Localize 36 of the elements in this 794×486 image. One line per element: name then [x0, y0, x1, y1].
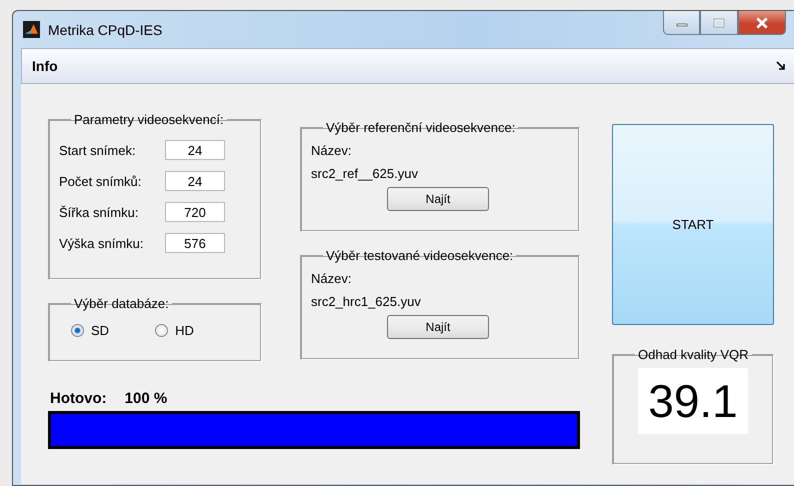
panel-title: Výběr databáze: — [74, 296, 169, 311]
maximize-button[interactable] — [700, 11, 738, 35]
close-icon — [755, 16, 769, 28]
find-button[interactable]: Najít — [387, 187, 489, 211]
dock-arrow-icon[interactable] — [776, 61, 786, 71]
radio-label[interactable]: SD — [91, 323, 110, 338]
radio-label[interactable]: HD — [175, 323, 194, 338]
radio-button[interactable] — [71, 324, 84, 337]
field-label: Výška snímku: — [59, 236, 144, 250]
menu-item[interactable]: Info — [32, 58, 58, 74]
name-label: Název: — [311, 143, 352, 158]
input-field[interactable]: 24 — [165, 171, 225, 191]
panel-title: Parametry videosekvencí: — [74, 112, 224, 127]
field-label: Start snímek: — [59, 142, 136, 158]
progress-reading: 100 % — [124, 390, 168, 407]
quality-value: 39.1 — [638, 368, 748, 434]
app-icon — [23, 21, 40, 38]
start-button[interactable]: START — [612, 124, 774, 325]
file-name: src2_ref__625.yuv — [311, 166, 418, 181]
panel-title: Výběr testované videosekvence: — [326, 248, 514, 263]
progress-label: Hotovo: — [50, 390, 107, 407]
find-button[interactable]: Najít — [387, 315, 489, 339]
maximize-icon — [713, 18, 725, 28]
close-button[interactable] — [738, 11, 786, 35]
input-field[interactable]: 576 — [165, 233, 225, 253]
window-title: Metrika CPqD-IES — [48, 22, 162, 38]
input-field[interactable]: 720 — [165, 202, 225, 222]
panel-title: Odhad kvality VQR — [638, 347, 749, 362]
panel-title: Výběr referenční videosekvence: — [326, 120, 516, 135]
field-label: Počet snímků: — [59, 174, 142, 188]
minimize-button[interactable] — [663, 11, 700, 35]
radio-button[interactable] — [155, 324, 168, 337]
input-field[interactable]: 24 — [165, 140, 225, 160]
name-label: Název: — [311, 271, 352, 286]
field-label: Šířka snímku: — [59, 204, 138, 220]
file-name: src2_hrc1_625.yuv — [311, 294, 421, 309]
